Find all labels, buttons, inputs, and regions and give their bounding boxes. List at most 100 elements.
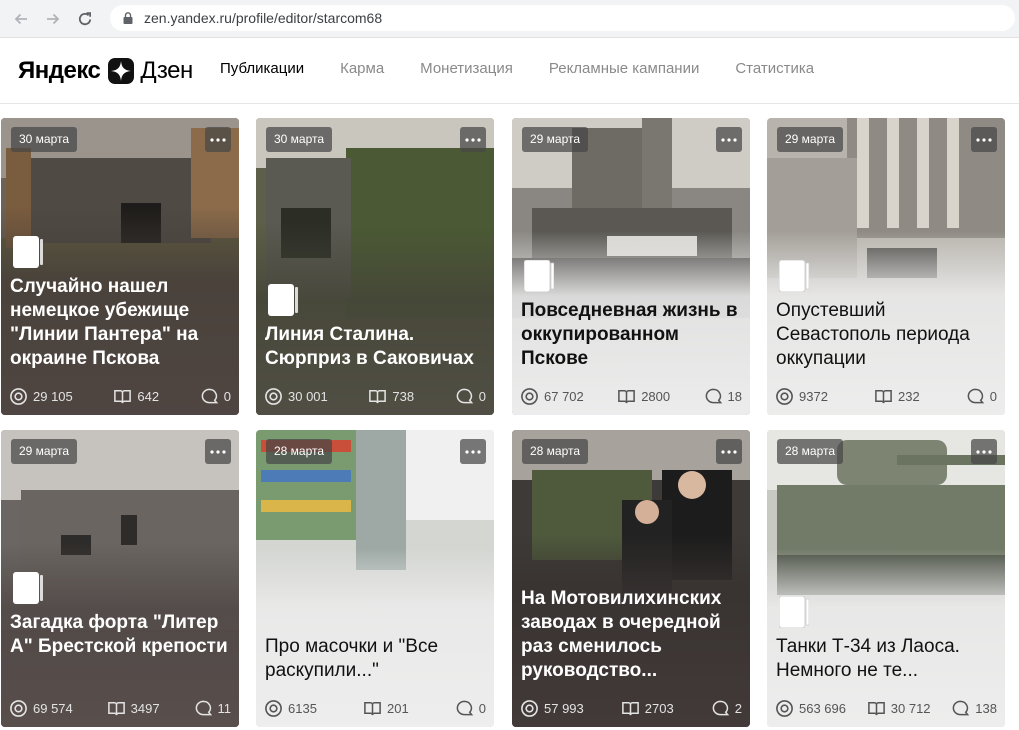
logo-yandex-text: Яндекс [18, 57, 101, 84]
card-menu-button[interactable] [716, 439, 742, 464]
card-stats: 30 001 738 0 [264, 386, 486, 406]
eye-icon [521, 387, 538, 405]
more-dots-icon [721, 137, 737, 142]
main-nav: Публикации Карма Монетизация Рекламные к… [220, 60, 850, 77]
card-date: 28 марта [777, 439, 844, 464]
views-stat: 57 993 [520, 699, 584, 718]
comment-icon [952, 700, 970, 715]
reads-stat: 232 [874, 387, 920, 406]
more-dots-icon [465, 137, 481, 142]
comments-count: 0 [989, 388, 997, 404]
card-title: Опустевший Севастополь периода оккупации [776, 300, 970, 369]
article-icon [779, 596, 809, 628]
eye-icon [776, 387, 793, 405]
comment-icon [967, 388, 984, 403]
nav-karma[interactable]: Карма [340, 60, 384, 77]
views-count: 67 702 [544, 388, 584, 404]
card-menu-button[interactable] [460, 439, 486, 464]
yandex-zen-logo[interactable]: Яндекс Дзен [18, 54, 193, 88]
article-icon [13, 236, 43, 268]
card-stats: 57 993 2703 2 [520, 698, 742, 718]
comments-count: 138 [975, 700, 997, 716]
book-icon [364, 701, 381, 715]
publication-card[interactable]: 28 марта На Мотовилихинских заводах в оч… [512, 430, 750, 727]
book-icon [107, 701, 125, 715]
card-title: На Мотовилихинских заводах в очередной р… [521, 588, 722, 681]
publication-card[interactable]: 28 марта Танки Т-34 из Лаоса. Немного не… [767, 430, 1005, 727]
lock-icon [122, 11, 134, 25]
card-title: Линия Сталина. Сюрприз в Саковичах [265, 324, 474, 369]
reload-icon [78, 11, 92, 25]
reads-count: 30 712 [890, 700, 931, 716]
card-stats: 563 696 30 712 138 [775, 698, 997, 718]
arrow-right-icon [47, 13, 60, 24]
comments-stat: 0 [455, 387, 486, 406]
card-title: Танки Т-34 из Лаоса. Немного не те... [776, 636, 960, 681]
views-stat: 67 702 [520, 387, 584, 406]
card-date: 29 марта [522, 127, 589, 152]
eye-icon [265, 387, 282, 405]
publication-card[interactable]: 28 марта Про масочки и "Все раскупили...… [256, 430, 494, 727]
views-stat: 563 696 [775, 699, 846, 718]
card-menu-button[interactable] [460, 127, 486, 152]
views-count: 563 696 [799, 700, 846, 716]
comments-stat: 11 [194, 699, 231, 718]
card-menu-button[interactable] [716, 127, 742, 152]
comment-icon [705, 388, 722, 403]
zen-logo-icon [108, 58, 135, 84]
publication-card[interactable]: 29 марта Опустевший Севастополь периода … [767, 118, 1005, 415]
reads-count: 642 [137, 388, 160, 404]
views-count: 9372 [799, 388, 828, 404]
comment-icon [195, 700, 212, 715]
reads-stat: 3497 [107, 699, 160, 718]
reads-count: 201 [386, 700, 409, 716]
book-icon [369, 389, 387, 403]
card-date: 30 марта [266, 127, 333, 152]
card-menu-button[interactable] [205, 439, 231, 464]
reads-count: 3497 [130, 700, 160, 716]
publication-card[interactable]: 30 марта Линия Сталина. Сюрприз в Сакови… [256, 118, 494, 415]
card-stats: 69 574 3497 11 [9, 698, 231, 718]
url-text: zen.yandex.ru/profile/editor/starcom68 [144, 10, 383, 26]
nav-statistics[interactable]: Статистика [735, 60, 814, 77]
comment-icon [456, 700, 473, 715]
publication-card[interactable]: 29 марта Загадка форта "Литер А" Брестск… [1, 430, 239, 727]
comments-count: 0 [478, 700, 486, 716]
views-count: 30 001 [288, 388, 328, 404]
reads-count: 738 [392, 388, 415, 404]
views-count: 29 105 [33, 388, 73, 404]
nav-publications[interactable]: Публикации [220, 60, 304, 77]
card-menu-button[interactable] [971, 439, 997, 464]
book-icon [621, 701, 639, 715]
more-dots-icon [976, 137, 992, 142]
views-stat: 69 574 [9, 699, 73, 718]
logo-dzen-text: Дзен [140, 57, 193, 84]
eye-icon [265, 699, 282, 717]
nav-monetization[interactable]: Монетизация [420, 60, 513, 77]
card-menu-button[interactable] [971, 127, 997, 152]
comment-icon [712, 700, 729, 715]
publication-card[interactable]: 30 марта Случайно нашел немецкое убежище… [1, 118, 239, 415]
reload-button[interactable] [74, 8, 96, 30]
comments-stat: 0 [455, 699, 486, 718]
views-count: 6135 [288, 700, 317, 716]
address-bar[interactable]: zen.yandex.ru/profile/editor/starcom68 [110, 5, 1015, 31]
forward-button[interactable] [42, 8, 64, 30]
comment-icon [456, 388, 473, 403]
back-button[interactable] [10, 8, 32, 30]
card-title: Загадка форта "Литер А" Брестской крепос… [10, 612, 228, 657]
reads-count: 2800 [641, 388, 671, 404]
nav-ad-campaigns[interactable]: Рекламные кампании [549, 60, 699, 77]
publication-card[interactable]: 29 марта Повседневная жизнь в оккупирова… [512, 118, 750, 415]
views-stat: 9372 [775, 387, 828, 406]
comments-count: 2 [734, 700, 742, 716]
card-stats: 29 105 642 0 [9, 386, 231, 406]
book-icon [867, 701, 885, 715]
more-dots-icon [210, 449, 226, 454]
reads-stat: 30 712 [867, 699, 931, 718]
views-count: 57 993 [544, 700, 584, 716]
site-header: Яндекс Дзен Публикации Карма Монетизация… [0, 38, 1019, 104]
reads-count: 2703 [644, 700, 674, 716]
browser-toolbar: zen.yandex.ru/profile/editor/starcom68 [0, 0, 1019, 38]
card-menu-button[interactable] [205, 127, 231, 152]
